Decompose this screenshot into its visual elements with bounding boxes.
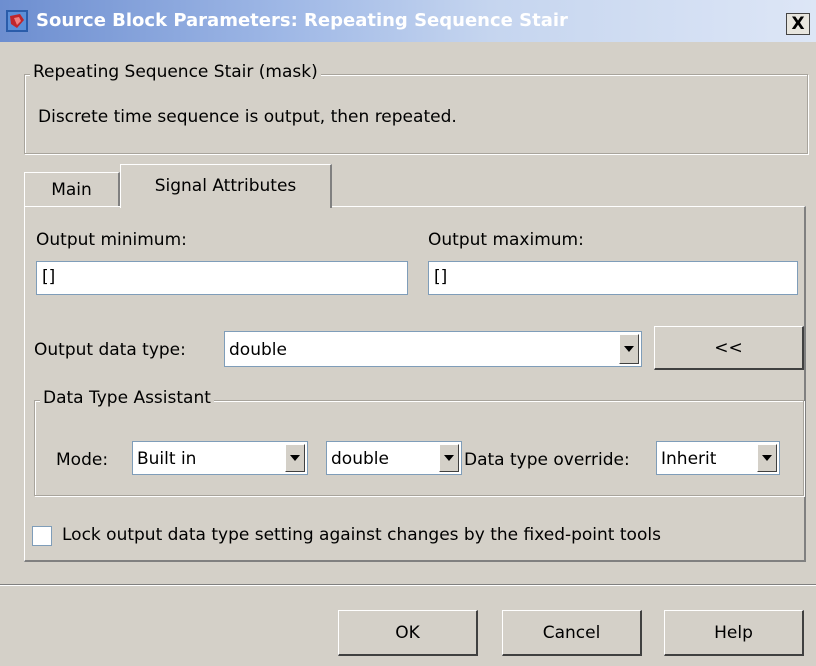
- chevron-down-icon[interactable]: [285, 444, 305, 472]
- title-bar[interactable]: Source Block Parameters: Repeating Seque…: [0, 0, 816, 42]
- close-button[interactable]: X: [786, 13, 810, 35]
- mode-label: Mode:: [56, 450, 109, 470]
- ok-button-label: OK: [395, 623, 420, 643]
- chevron-down-icon[interactable]: [757, 444, 777, 472]
- mode-value: Built in: [137, 449, 197, 469]
- builtin-type-value: double: [331, 449, 389, 469]
- lock-output-data-type-checkbox[interactable]: [32, 526, 52, 546]
- window-title: Source Block Parameters: Repeating Seque…: [36, 10, 568, 31]
- mask-group-legend: Repeating Sequence Stair (mask): [30, 62, 321, 82]
- chevron-down-icon[interactable]: [619, 334, 639, 364]
- output-maximum-field[interactable]: []: [428, 261, 798, 295]
- mask-description-text: Discrete time sequence is output, then r…: [38, 107, 457, 127]
- ok-button[interactable]: OK: [338, 610, 478, 656]
- builtin-type-select[interactable]: double: [326, 441, 462, 475]
- bottom-divider: [0, 584, 816, 586]
- output-data-type-select[interactable]: double: [224, 331, 642, 367]
- output-maximum-label: Output maximum:: [428, 230, 584, 250]
- tab-panel-signal-attributes: [24, 206, 806, 562]
- help-button-label: Help: [714, 623, 753, 643]
- data-type-override-value: Inherit: [661, 449, 717, 469]
- tab-signal-attributes-label: Signal Attributes: [154, 176, 297, 196]
- simulink-app-icon: [6, 10, 28, 32]
- cancel-button-label: Cancel: [542, 623, 601, 643]
- toggle-assistant-button[interactable]: <<: [654, 326, 804, 370]
- help-button[interactable]: Help: [664, 610, 804, 656]
- output-data-type-label: Output data type:: [34, 340, 186, 360]
- output-data-type-value: double: [229, 340, 287, 360]
- lock-output-data-type-label[interactable]: Lock output data type setting against ch…: [62, 525, 661, 545]
- toggle-assistant-label: <<: [714, 338, 743, 358]
- data-type-override-select[interactable]: Inherit: [656, 441, 780, 475]
- tab-main[interactable]: Main: [24, 172, 120, 206]
- close-icon: X: [791, 14, 805, 34]
- output-minimum-field[interactable]: []: [36, 261, 408, 295]
- tab-main-label: Main: [51, 180, 92, 200]
- data-type-assistant-legend: Data Type Assistant: [40, 388, 214, 408]
- cancel-button[interactable]: Cancel: [502, 610, 642, 656]
- mode-select[interactable]: Built in: [132, 441, 308, 475]
- tab-signal-attributes[interactable]: Signal Attributes: [120, 164, 332, 208]
- data-type-override-label: Data type override:: [464, 450, 630, 470]
- chevron-down-icon[interactable]: [439, 444, 459, 472]
- output-minimum-label: Output minimum:: [36, 230, 187, 250]
